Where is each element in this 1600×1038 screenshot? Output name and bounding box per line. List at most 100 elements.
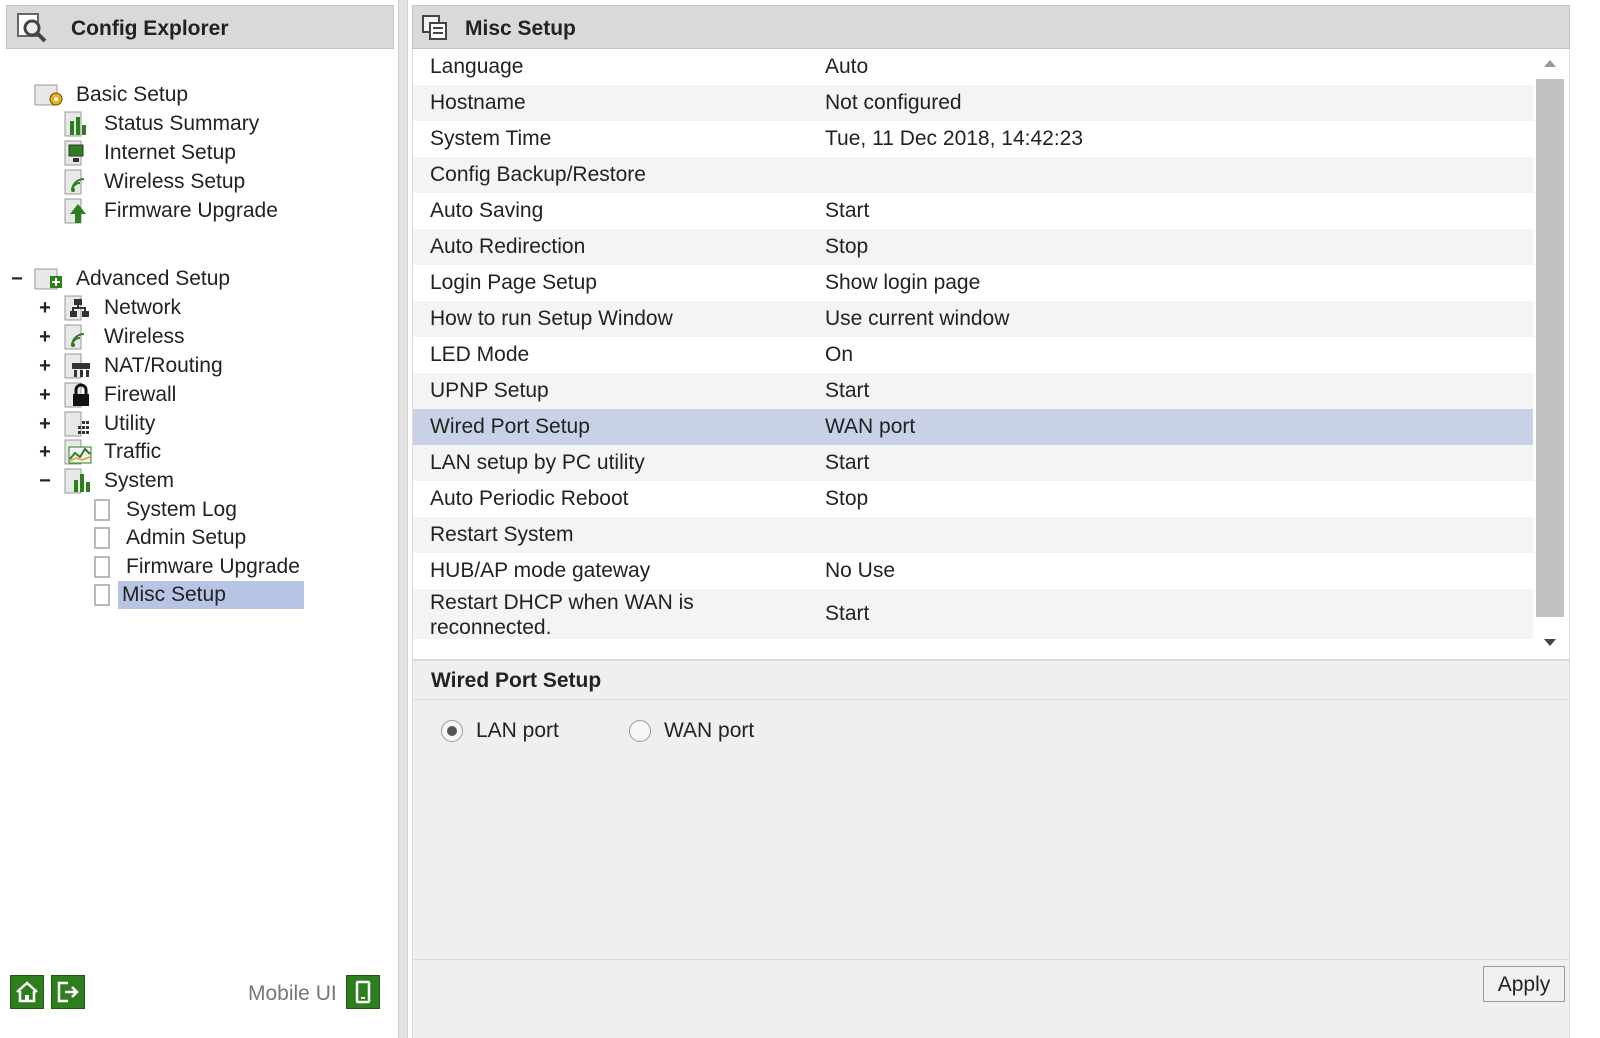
- tree-item-nat-routing[interactable]: + NAT/Routing: [38, 352, 338, 380]
- setting-name: Login Page Setup: [430, 271, 597, 294]
- tree-item-misc-setup[interactable]: Misc Setup: [94, 581, 334, 609]
- tree-item-advanced-setup[interactable]: − Advanced Setup: [10, 265, 330, 293]
- folder-plus-icon: [34, 268, 62, 290]
- settings-table: Language Auto Hostname Not configured System…: [412, 49, 1570, 659]
- setting-name: Restart DHCP when WAN is reconnected.: [430, 591, 694, 639]
- setting-value: Not configured: [825, 91, 962, 114]
- settings-row[interactable]: How to run Setup Window Use current windo…: [413, 301, 1533, 337]
- traffic-graph-icon: [64, 439, 92, 465]
- upgrade-arrow-icon: [64, 198, 86, 224]
- tree-label: System: [104, 469, 175, 492]
- setting-name: LED Mode: [430, 343, 530, 366]
- setting-name: System Time: [430, 127, 552, 150]
- settings-row[interactable]: LAN setup by PC utility Start: [413, 445, 1533, 481]
- tree-label: Wireless: [104, 325, 185, 348]
- settings-row[interactable]: LED Mode On: [413, 337, 1533, 373]
- settings-row[interactable]: Login Page Setup Show login page: [413, 265, 1533, 301]
- settings-row[interactable]: Language Auto: [413, 49, 1533, 85]
- tree-label: Firewall: [104, 383, 177, 406]
- setting-value: Stop: [825, 487, 869, 510]
- tree-label: Status Summary: [104, 112, 260, 135]
- setting-value: Start: [825, 199, 870, 222]
- tree-item-basic-setup[interactable]: Basic Setup: [34, 81, 334, 109]
- scroll-up-arrow-icon[interactable]: [1542, 57, 1558, 69]
- setting-name: Auto Redirection: [430, 235, 586, 258]
- settings-row[interactable]: Wired Port Setup WAN port: [413, 409, 1533, 445]
- setting-name: LAN setup by PC utility: [430, 451, 645, 474]
- scrollbar-thumb[interactable]: [1536, 79, 1564, 617]
- settings-row[interactable]: HUB/AP mode gateway No Use: [413, 553, 1533, 589]
- collapse-toggle[interactable]: −: [10, 269, 24, 289]
- wan-port-radio[interactable]: [629, 720, 651, 742]
- setting-value: Auto: [825, 55, 869, 78]
- mobile-ui-button[interactable]: [346, 975, 380, 1009]
- expand-toggle[interactable]: +: [38, 442, 52, 462]
- settings-row[interactable]: Restart DHCP when WAN is reconnected. Sta…: [413, 589, 1533, 639]
- wired-port-setup-detail: Wired Port Setup LAN port WAN port Apply: [412, 659, 1570, 1038]
- logout-button[interactable]: [51, 975, 85, 1009]
- lan-port-label[interactable]: LAN port: [476, 719, 559, 743]
- vertical-scrollbar[interactable]: [1534, 49, 1569, 659]
- tree-label: Utility: [104, 412, 156, 435]
- tree-label: Basic Setup: [76, 83, 189, 106]
- detail-title: Wired Port Setup: [431, 669, 602, 692]
- tree-item-utility[interactable]: + Utility: [38, 410, 338, 438]
- setting-name: UPNP Setup: [430, 379, 549, 402]
- tree-label: Advanced Setup: [76, 267, 231, 290]
- settings-row[interactable]: System Time Tue, 11 Dec 2018, 14:42:23: [413, 121, 1533, 157]
- setting-name: Hostname: [430, 91, 526, 114]
- expand-toggle[interactable]: +: [38, 414, 52, 434]
- setting-name: HUB/AP mode gateway: [430, 559, 651, 582]
- expand-toggle[interactable]: +: [38, 356, 52, 376]
- tree-label: Admin Setup: [126, 526, 247, 549]
- search-config-icon: [17, 13, 47, 43]
- setting-value: Stop: [825, 235, 869, 258]
- tree-item-status-summary[interactable]: Status Summary: [64, 110, 364, 138]
- panel-splitter[interactable]: [398, 0, 408, 1038]
- logout-icon: [57, 981, 79, 1003]
- lan-port-radio[interactable]: [441, 720, 463, 742]
- config-explorer-title: Config Explorer: [71, 17, 229, 40]
- settings-row[interactable]: Auto Periodic Reboot Stop: [413, 481, 1533, 517]
- tree-item-wireless[interactable]: + Wireless: [38, 323, 338, 351]
- tree-item-wireless-setup[interactable]: Wireless Setup: [64, 168, 364, 196]
- scroll-down-arrow-icon[interactable]: [1542, 637, 1558, 649]
- tree-label: Internet Setup: [104, 141, 236, 164]
- tree-item-internet-setup[interactable]: Internet Setup: [64, 139, 364, 167]
- setting-name: Restart System: [430, 523, 574, 546]
- setting-value: No Use: [825, 559, 896, 582]
- expand-toggle[interactable]: +: [38, 298, 52, 318]
- home-button[interactable]: [10, 975, 44, 1009]
- apply-button[interactable]: Apply: [1483, 966, 1565, 1002]
- mobile-phone-icon: [355, 980, 371, 1004]
- expand-toggle[interactable]: +: [38, 327, 52, 347]
- settings-row[interactable]: Auto Saving Start: [413, 193, 1533, 229]
- router-icon: [64, 353, 90, 379]
- tree-item-network[interactable]: + Network: [38, 294, 338, 322]
- misc-setup-panel: Misc Setup Language Auto Hostname Not confi…: [410, 0, 1600, 1038]
- explorer-footer: Mobile UI: [0, 970, 398, 1038]
- collapse-toggle[interactable]: −: [38, 471, 52, 491]
- tree-item-firmware-upgrade-basic[interactable]: Firmware Upgrade: [64, 197, 364, 225]
- settings-row[interactable]: Hostname Not configured: [413, 85, 1533, 121]
- settings-row[interactable]: Config Backup/Restore: [413, 157, 1533, 193]
- tree-item-firmware-upgrade-system[interactable]: Firmware Upgrade: [94, 553, 334, 581]
- tree-item-system-log[interactable]: System Log: [94, 496, 334, 524]
- utility-grid-icon: [64, 411, 89, 437]
- tree-item-firewall[interactable]: + Firewall: [38, 381, 338, 409]
- tree-item-system[interactable]: − System: [38, 467, 338, 495]
- wan-port-label[interactable]: WAN port: [664, 719, 754, 743]
- lock-icon: [64, 382, 89, 408]
- mobile-ui-label[interactable]: Mobile UI: [248, 982, 337, 1006]
- settings-row[interactable]: Restart System: [413, 517, 1533, 553]
- settings-row[interactable]: UPNP Setup Start: [413, 373, 1533, 409]
- setting-name: Language: [430, 55, 524, 78]
- tree-item-traffic[interactable]: + Traffic: [38, 438, 338, 466]
- tree-item-admin-setup[interactable]: Admin Setup: [94, 524, 334, 552]
- page-icon: [94, 527, 110, 549]
- tree-label: NAT/Routing: [104, 354, 223, 377]
- expand-toggle[interactable]: +: [38, 385, 52, 405]
- tree-label: System Log: [126, 498, 237, 521]
- tree-label: Firmware Upgrade: [104, 199, 278, 222]
- settings-row[interactable]: Auto Redirection Stop: [413, 229, 1533, 265]
